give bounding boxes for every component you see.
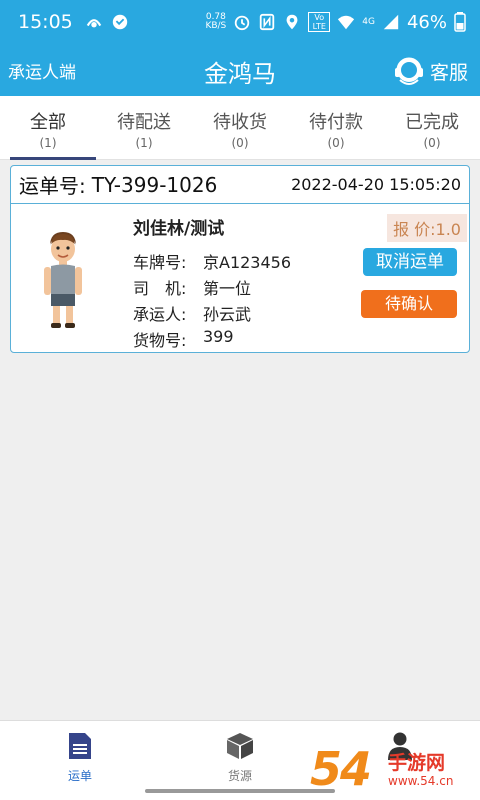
box-icon <box>227 733 253 759</box>
order-info: 刘佳林/测试 车牌号: 京A123456 司 机: 第一位 承运人: 孙云武 货… <box>133 214 291 353</box>
battery-icon <box>454 12 466 32</box>
tab-to-receive[interactable]: 待收货 (0) <box>192 96 288 159</box>
status-bar: 15:05 0.78 KB/S Vo LTE 4G 46% <box>0 0 480 44</box>
volte-icon: Vo LTE <box>308 12 331 32</box>
carrier-name: 孙云武 <box>203 305 252 324</box>
driver-avatar <box>44 232 82 328</box>
tab-all[interactable]: 全部 (1) <box>0 96 96 160</box>
nfc-icon <box>260 13 275 31</box>
order-datetime: 2022-04-20 15:05:20 <box>291 175 461 194</box>
app-header: 承运人端 金鸿马 客服 <box>0 44 480 96</box>
site-watermark: 54 手游网 www.54.cn <box>310 740 480 800</box>
cargo-number: 399 <box>203 327 234 346</box>
location-icon <box>286 14 298 30</box>
app-notification-icon <box>86 19 101 28</box>
customer-name: 刘佳林/测试 <box>133 219 225 239</box>
document-icon <box>69 733 91 759</box>
customer-service-button[interactable]: 客服 <box>392 54 468 88</box>
price-badge: 报 价:1.0 <box>387 214 467 242</box>
cargo-row: 货物号: 399 <box>133 327 291 353</box>
status-time: 15:05 <box>18 11 73 33</box>
tab-to-deliver[interactable]: 待配送 (1) <box>96 96 192 159</box>
order-card[interactable]: 运单号: TY-399-1026 2022-04-20 15:05:20 刘佳林… <box>10 165 470 353</box>
order-card-header: 运单号: TY-399-1026 2022-04-20 15:05:20 <box>11 166 469 204</box>
driver-name: 第一位 <box>203 279 252 298</box>
driver-row: 司 机: 第一位 <box>133 275 291 301</box>
plate-row: 车牌号: 京A123456 <box>133 249 291 275</box>
net-speed: 0.78 KB/S <box>205 12 227 31</box>
watermark-url: www.54.cn <box>388 774 454 788</box>
cancel-waybill-button[interactable]: 取消运单 <box>363 248 457 276</box>
watermark-site-name: 手游网 <box>388 752 446 774</box>
signal-icon <box>383 14 399 30</box>
nav-waybill[interactable]: 运单 <box>0 721 160 800</box>
message-notification-icon <box>112 14 127 30</box>
waybill-number: TY-399-1026 <box>91 172 218 197</box>
pending-confirm-button[interactable]: 待确认 <box>361 290 457 318</box>
wifi-icon <box>338 15 355 30</box>
tab-completed[interactable]: 已完成 (0) <box>384 96 480 159</box>
battery-percent: 46% <box>406 11 447 33</box>
order-status-tabs: 全部 (1) 待配送 (1) 待收货 (0) 待付款 (0) 已完成 (0) <box>0 96 480 160</box>
alarm-icon <box>235 15 250 31</box>
waybill-label: 运单号: <box>19 174 86 198</box>
plate-number: 京A123456 <box>203 253 292 272</box>
watermark-logo: 54 <box>310 742 372 796</box>
home-indicator[interactable] <box>145 789 335 793</box>
headset-icon <box>394 57 423 85</box>
tab-to-pay[interactable]: 待付款 (0) <box>288 96 384 159</box>
network-type: 4G <box>362 17 375 27</box>
service-label: 客服 <box>429 61 468 84</box>
carrier-row: 承运人: 孙云武 <box>133 301 291 327</box>
